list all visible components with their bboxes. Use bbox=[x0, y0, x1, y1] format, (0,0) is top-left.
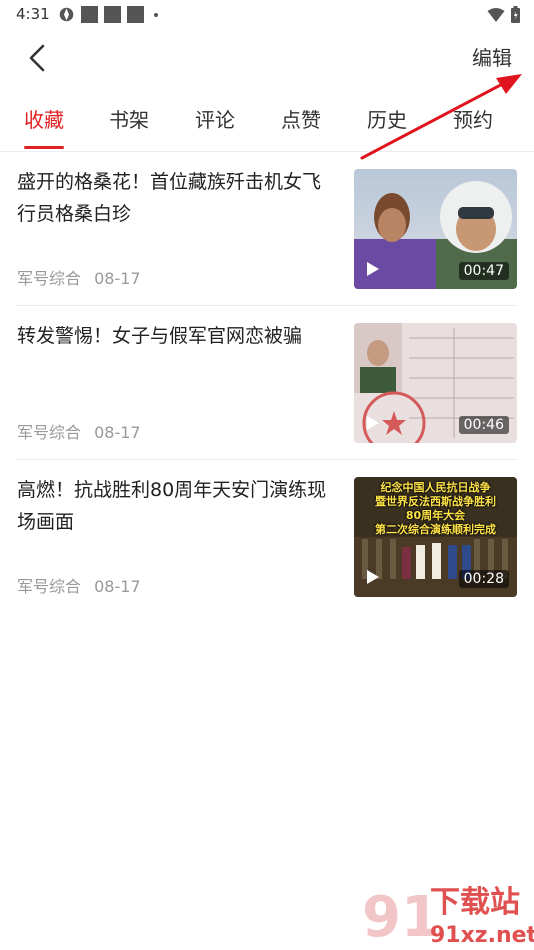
notification-square-icon bbox=[81, 6, 98, 23]
thumbnail-caption: 纪念中国人民抗日战争 暨世界反法西斯战争胜利 80周年大会 第二次综合演练顺利完… bbox=[354, 481, 517, 537]
video-duration: 00:47 bbox=[458, 262, 509, 280]
article-date: 08-17 bbox=[94, 577, 141, 596]
notification-icons bbox=[58, 6, 158, 23]
tab-bookshelf[interactable]: 书架 bbox=[109, 104, 149, 133]
watermark-logo-mark: 91 bbox=[362, 885, 440, 948]
status-bar: 4:31 bbox=[0, 0, 534, 30]
watermark-url: 91xz.net bbox=[430, 923, 534, 948]
list-item[interactable]: 转发警惕！女子与假军官网恋被骗 军号综合 08-17 00:46 bbox=[0, 306, 534, 460]
tab-favorites[interactable]: 收藏 bbox=[24, 104, 64, 133]
article-title: 盛开的格桑花！首位藏族歼击机女飞行员格桑白珍 bbox=[17, 171, 322, 225]
article-meta: 军号综合 08-17 bbox=[17, 419, 141, 443]
caption-line: 80周年大会 bbox=[405, 509, 466, 522]
caption-line: 纪念中国人民抗日战争 bbox=[380, 481, 491, 494]
back-button[interactable] bbox=[20, 38, 54, 78]
article-meta: 军号综合 08-17 bbox=[17, 573, 141, 597]
watermark-logo: 91 下载站 91xz.net bbox=[362, 885, 534, 948]
article-meta: 军号综合 08-17 bbox=[17, 265, 141, 289]
wifi-icon bbox=[487, 7, 505, 22]
battery-icon bbox=[511, 6, 520, 23]
notification-square-icon bbox=[127, 6, 144, 23]
list-item[interactable]: 高燃！抗战胜利80周年天安门演练现场画面 军号综合 08-17 纪念中国人民抗日… bbox=[0, 460, 534, 614]
caption-line: 第二次综合演练顺利完成 bbox=[375, 523, 496, 536]
watermark-title: 下载站 bbox=[430, 885, 520, 920]
article-date: 08-17 bbox=[94, 423, 141, 442]
article-title: 高燃！抗战胜利80周年天安门演练现场画面 bbox=[17, 479, 327, 533]
article-source: 军号综合 bbox=[17, 577, 82, 596]
video-thumbnail[interactable]: 00:46 bbox=[354, 323, 517, 443]
article-date: 08-17 bbox=[94, 269, 141, 288]
video-duration: 00:28 bbox=[458, 570, 509, 588]
more-notifications-dot-icon bbox=[154, 12, 158, 17]
article-source: 军号综合 bbox=[17, 423, 82, 442]
caption-line: 暨世界反法西斯战争胜利 bbox=[375, 495, 496, 508]
tab-likes[interactable]: 点赞 bbox=[281, 104, 321, 133]
play-icon bbox=[367, 262, 379, 276]
article-source: 军号综合 bbox=[17, 269, 82, 288]
tab-comments[interactable]: 评论 bbox=[195, 104, 235, 133]
list-item[interactable]: 盛开的格桑花！首位藏族歼击机女飞行员格桑白珍 军号综合 08-17 00:47 bbox=[0, 152, 534, 306]
chevron-left-icon bbox=[29, 44, 45, 72]
video-thumbnail[interactable]: 纪念中国人民抗日战争 暨世界反法西斯战争胜利 80周年大会 第二次综合演练顺利完… bbox=[354, 477, 517, 597]
video-duration: 00:46 bbox=[458, 416, 509, 434]
system-status-icons bbox=[487, 6, 520, 23]
video-thumbnail[interactable]: 00:47 bbox=[354, 169, 517, 289]
article-title: 转发警惕！女子与假军官网恋被骗 bbox=[17, 325, 303, 347]
play-icon bbox=[367, 416, 379, 430]
active-tab-indicator bbox=[24, 146, 64, 149]
favorites-list: 盛开的格桑花！首位藏族歼击机女飞行员格桑白珍 军号综合 08-17 00:47 … bbox=[0, 152, 534, 614]
notification-square-icon bbox=[104, 6, 121, 23]
play-icon bbox=[367, 570, 379, 584]
app-notification-icon bbox=[59, 7, 74, 22]
status-time: 4:31 bbox=[16, 5, 50, 23]
